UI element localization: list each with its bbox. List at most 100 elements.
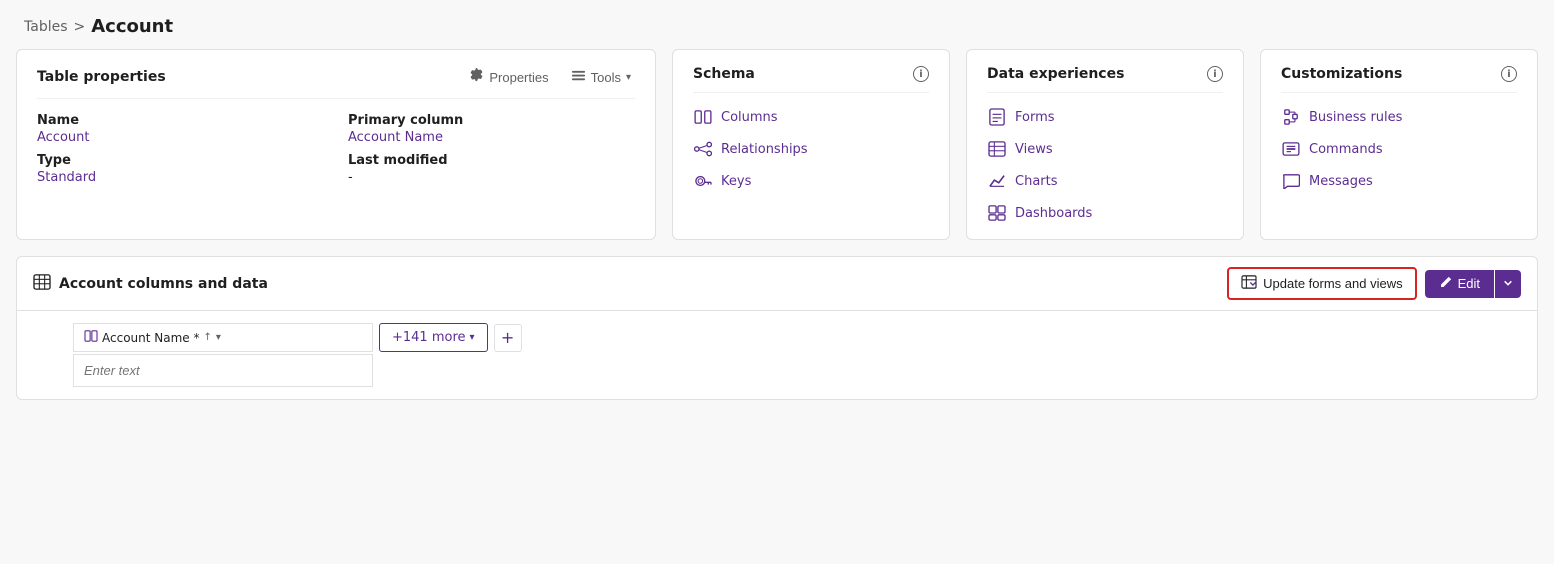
account-name-column-header[interactable]: Account Name * ↑ ▾ [73, 323, 373, 352]
type-label: Type [37, 153, 324, 168]
edit-button[interactable]: Edit [1425, 270, 1494, 298]
commands-icon [1281, 139, 1301, 159]
breadcrumb: Tables > Account [0, 0, 1554, 49]
data-experiences-header: Data experiences i [987, 66, 1223, 93]
edit-icon [1439, 276, 1452, 292]
bottom-section: Account columns and data Update forms an… [16, 256, 1538, 400]
col-icon [84, 330, 98, 345]
edit-button-group: Edit [1425, 270, 1521, 298]
edit-chevron-icon [1503, 276, 1513, 291]
commands-label: Commands [1309, 142, 1383, 157]
update-forms-icon [1241, 275, 1257, 292]
dashboards-label: Dashboards [1015, 206, 1092, 221]
columns-icon [693, 107, 713, 127]
name-prop: Name Account [37, 113, 324, 145]
columns-link[interactable]: Columns [693, 107, 929, 127]
messages-icon [1281, 171, 1301, 191]
bottom-actions: Update forms and views Edit [1227, 267, 1521, 300]
table-properties-card-header: Table properties Properties [37, 66, 635, 99]
dashboards-link[interactable]: Dashboards [987, 203, 1223, 223]
schema-card-header: Schema i [693, 66, 929, 93]
type-value[interactable]: Standard [37, 170, 324, 185]
name-label: Name [37, 113, 324, 128]
add-column-icon: + [501, 328, 514, 347]
forms-link[interactable]: Forms [987, 107, 1223, 127]
breadcrumb-parent[interactable]: Tables [24, 19, 68, 35]
more-columns-button[interactable]: +141 more ▾ [379, 323, 488, 352]
row-number-col [33, 354, 73, 387]
table-properties-actions: Properties Tools ▾ [465, 66, 635, 88]
charts-label: Charts [1015, 174, 1058, 189]
customizations-card: Customizations i Business rules [1260, 49, 1538, 240]
relationships-icon [693, 139, 713, 159]
add-column-button[interactable]: + [494, 324, 522, 352]
update-forms-label: Update forms and views [1263, 276, 1402, 291]
bottom-section-header: Account columns and data Update forms an… [17, 257, 1537, 311]
forms-label: Forms [1015, 110, 1055, 125]
name-value[interactable]: Account [37, 130, 324, 145]
commands-link[interactable]: Commands [1281, 139, 1517, 159]
primary-col-value[interactable]: Account Name [348, 130, 635, 145]
relationships-label: Relationships [721, 142, 808, 157]
last-modified-label: Last modified [348, 153, 635, 168]
customizations-links: Business rules Commands [1281, 107, 1517, 191]
data-experiences-info-icon: i [1207, 66, 1223, 82]
charts-icon [987, 171, 1007, 191]
business-rules-label: Business rules [1309, 110, 1402, 125]
table-properties-title: Table properties [37, 69, 166, 85]
col-chevron-icon: ▾ [216, 332, 221, 343]
views-icon [987, 139, 1007, 159]
business-rules-link[interactable]: Business rules [1281, 107, 1517, 127]
table-properties-grid: Name Account Primary column Account Name… [37, 113, 635, 185]
data-experiences-title: Data experiences [987, 66, 1124, 82]
bottom-title: Account columns and data [33, 274, 268, 294]
business-rules-icon [1281, 107, 1301, 127]
schema-info-icon: i [913, 66, 929, 82]
schema-title: Schema [693, 66, 755, 82]
tools-icon [571, 68, 586, 86]
keys-icon [693, 171, 713, 191]
dashboards-icon [987, 203, 1007, 223]
primary-col-label: Primary column [348, 113, 635, 128]
account-name-col-label: Account Name * [102, 331, 199, 345]
properties-label: Properties [489, 70, 548, 85]
gear-icon [469, 68, 484, 86]
breadcrumb-current: Account [91, 16, 173, 37]
schema-links: Columns Relationships [693, 107, 929, 191]
keys-label: Keys [721, 174, 751, 189]
data-table-row [33, 354, 1521, 387]
tools-button[interactable]: Tools ▾ [567, 66, 635, 88]
primary-col-prop: Primary column Account Name [348, 113, 635, 145]
edit-dropdown-button[interactable] [1495, 270, 1521, 298]
keys-link[interactable]: Keys [693, 171, 929, 191]
update-forms-button[interactable]: Update forms and views [1227, 267, 1416, 300]
forms-icon [987, 107, 1007, 127]
data-experiences-card: Data experiences i Forms [966, 49, 1244, 240]
views-label: Views [1015, 142, 1053, 157]
edit-label: Edit [1458, 276, 1480, 291]
data-table-area: Account Name * ↑ ▾ +141 more ▾ + [17, 311, 1537, 399]
views-link[interactable]: Views [987, 139, 1223, 159]
messages-label: Messages [1309, 174, 1373, 189]
customizations-info-icon: i [1501, 66, 1517, 82]
relationships-link[interactable]: Relationships [693, 139, 929, 159]
account-name-input[interactable] [73, 354, 373, 387]
tools-chevron-icon: ▾ [626, 72, 631, 83]
tools-label: Tools [591, 70, 621, 85]
customizations-header: Customizations i [1281, 66, 1517, 93]
charts-link[interactable]: Charts [987, 171, 1223, 191]
breadcrumb-separator: > [74, 19, 86, 35]
type-prop: Type Standard [37, 153, 324, 185]
messages-link[interactable]: Messages [1281, 171, 1517, 191]
last-modified-value: - [348, 170, 635, 185]
more-columns-chevron-icon: ▾ [470, 332, 475, 343]
schema-card: Schema i Columns [672, 49, 950, 240]
table-properties-card: Table properties Properties [16, 49, 656, 240]
last-modified-prop: Last modified - [348, 153, 635, 185]
sort-up-icon: ↑ [203, 332, 211, 343]
table-column-headers: Account Name * ↑ ▾ +141 more ▾ + [33, 323, 1521, 352]
more-columns-label: +141 more [392, 330, 466, 345]
columns-label: Columns [721, 110, 778, 125]
cards-row: Table properties Properties [0, 49, 1554, 256]
properties-button[interactable]: Properties [465, 66, 552, 88]
